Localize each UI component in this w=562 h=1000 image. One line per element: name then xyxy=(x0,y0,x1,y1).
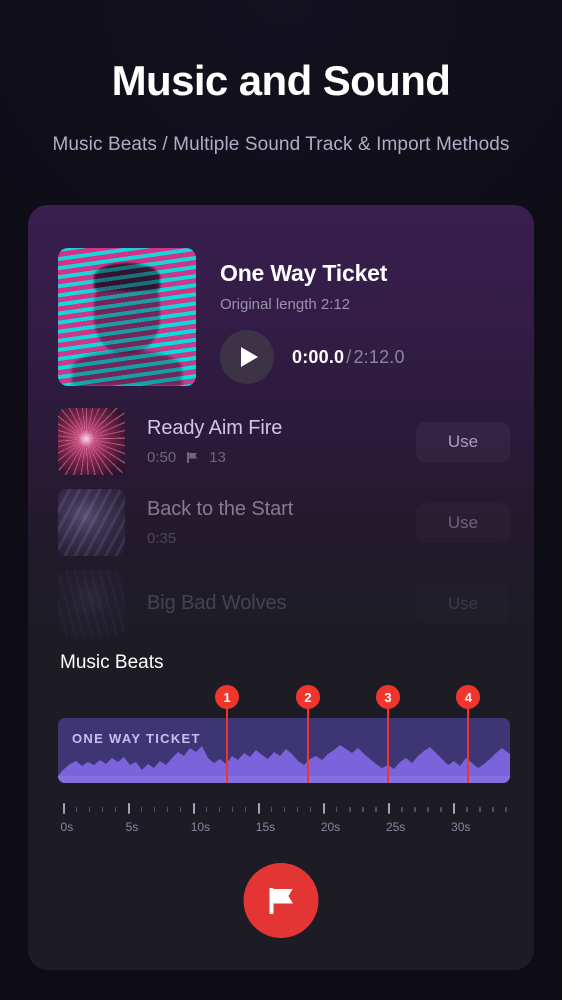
track-artwork xyxy=(58,570,125,637)
ruler-tick-minor xyxy=(179,807,182,812)
track-title: Big Bad Wolves xyxy=(147,592,287,614)
ruler-tick-label: 30s xyxy=(451,820,471,834)
total-time: 2:12.0 xyxy=(353,346,405,367)
now-playing-controls: 0:00.0/2:12.0 xyxy=(220,313,405,385)
ruler-tick-minor xyxy=(309,807,312,812)
list-item[interactable]: Big Bad Wolves Use xyxy=(58,563,510,644)
ruler-tick-minor xyxy=(400,807,403,812)
ruler-tick-label: 10s xyxy=(190,820,211,834)
ruler-ticks: 0s 5s 10s 15s 20s 25s 30s xyxy=(58,803,510,834)
waveform-graphic xyxy=(58,745,510,783)
timeline-ruler[interactable]: 0s 5s 10s 15s 20s 25s 30s xyxy=(58,803,510,843)
list-item[interactable]: Ready Aim Fire 0:50 13 Use xyxy=(58,401,510,482)
ruler-tick-major xyxy=(192,803,196,814)
ruler-tick-major xyxy=(453,803,456,814)
ruler-tick-major xyxy=(257,803,261,814)
track-list: Ready Aim Fire 0:50 13 Use Back to the S… xyxy=(58,401,510,861)
ruler-tick-minor xyxy=(218,807,221,812)
track-info: Back to the Start 0:35 xyxy=(147,498,394,547)
track-info: Big Bad Wolves xyxy=(147,592,394,615)
ruler-tick-minor xyxy=(296,807,299,812)
track-title: Ready Aim Fire xyxy=(147,417,283,439)
ruler-tick-minor xyxy=(140,807,143,812)
beat-marker-number: 1 xyxy=(215,685,240,709)
use-button[interactable]: Use xyxy=(416,584,510,624)
beat-marker-number: 3 xyxy=(375,685,400,709)
beat-marker-line xyxy=(386,703,389,783)
ruler-tick-minor xyxy=(231,807,234,812)
ruler-tick-minor xyxy=(361,807,364,812)
ruler-tick-minor xyxy=(374,807,377,812)
use-button[interactable]: Use xyxy=(416,421,510,462)
now-playing-info: One Way Ticket Original length 2:12 0:00… xyxy=(220,248,405,386)
use-button[interactable]: Use xyxy=(416,503,510,543)
ruler-tick-minor xyxy=(479,807,481,812)
list-item[interactable]: Back to the Start 0:35 Use xyxy=(58,482,510,563)
ruler-tick-minor xyxy=(348,807,351,812)
ruler-tick-label: 15s xyxy=(255,820,276,834)
track-meta: 0:50 13 xyxy=(147,440,394,466)
ruler-tick-minor xyxy=(466,807,468,812)
ruler-tick-minor xyxy=(205,807,208,812)
flag-icon xyxy=(267,887,295,915)
play-icon xyxy=(241,347,258,368)
ruler-tick-minor xyxy=(283,807,286,812)
music-panel-card: One Way Ticket Original length 2:12 0:00… xyxy=(28,205,534,970)
track-info: Ready Aim Fire 0:50 13 xyxy=(147,417,394,466)
ruler-tick-minor xyxy=(166,807,169,812)
ruler-tick-minor xyxy=(114,807,117,812)
ruler-tick-minor xyxy=(427,807,429,812)
ruler-tick-minor xyxy=(413,807,416,812)
page-subtitle: Music Beats / Multiple Sound Track & Imp… xyxy=(52,134,510,156)
current-time: 0:00.0 xyxy=(292,346,345,367)
ruler-tick-major xyxy=(62,803,65,814)
now-playing-section: One Way Ticket Original length 2:12 0:00… xyxy=(58,248,510,386)
ruler-tick-major xyxy=(387,803,391,814)
play-button[interactable] xyxy=(220,330,274,385)
music-beats-heading: Music Beats xyxy=(60,652,164,673)
ruler-tick-minor xyxy=(75,807,78,812)
page-header: Music and Sound Music Beats / Multiple S… xyxy=(0,0,562,156)
track-duration: 0:35 xyxy=(147,530,177,547)
ruler-tick-major xyxy=(127,803,130,814)
add-beat-button[interactable] xyxy=(243,863,319,938)
track-title: Back to the Start xyxy=(147,498,294,520)
ruler-tick-minor xyxy=(505,807,507,812)
track-duration: 0:50 xyxy=(147,449,177,466)
page-title: Music and Sound xyxy=(111,57,451,104)
beat-marker-line xyxy=(226,703,229,783)
waveform-track-label: ONE WAY TICKET xyxy=(72,731,201,746)
track-beat-count: 13 xyxy=(209,449,226,466)
track-artwork xyxy=(58,489,125,556)
now-playing-original-length: Original length 2:12 xyxy=(220,296,351,314)
ruler-tick-minor xyxy=(244,807,247,812)
ruler-tick-minor xyxy=(335,807,338,812)
ruler-tick-label: 5s xyxy=(125,820,139,834)
beat-marker-number: 4 xyxy=(456,685,481,709)
flag-icon xyxy=(187,452,198,463)
ruler-tick-label: 0s xyxy=(60,820,74,834)
playback-time: 0:00.0/2:12.0 xyxy=(292,347,405,368)
ruler-tick-major xyxy=(322,803,326,814)
ruler-tick-minor xyxy=(440,807,442,812)
now-playing-title: One Way Ticket xyxy=(220,260,388,286)
ruler-tick-minor xyxy=(153,807,156,812)
ruler-tick-minor xyxy=(270,807,273,812)
beat-marker-number: 2 xyxy=(295,685,320,709)
track-meta: 0:35 xyxy=(147,521,394,547)
now-playing-artwork xyxy=(58,248,196,386)
ruler-tick-minor xyxy=(88,807,91,812)
track-artwork xyxy=(58,408,125,475)
ruler-tick-label: 20s xyxy=(320,820,341,834)
beat-marker-line xyxy=(306,703,309,783)
waveform-panel[interactable]: ONE WAY TICKET xyxy=(58,718,510,783)
ruler-tick-minor xyxy=(101,807,104,812)
artwork-stripe-overlay xyxy=(58,248,196,386)
ruler-tick-label: 25s xyxy=(385,820,406,834)
ruler-tick-minor xyxy=(492,807,494,812)
beat-marker-line xyxy=(467,703,470,783)
